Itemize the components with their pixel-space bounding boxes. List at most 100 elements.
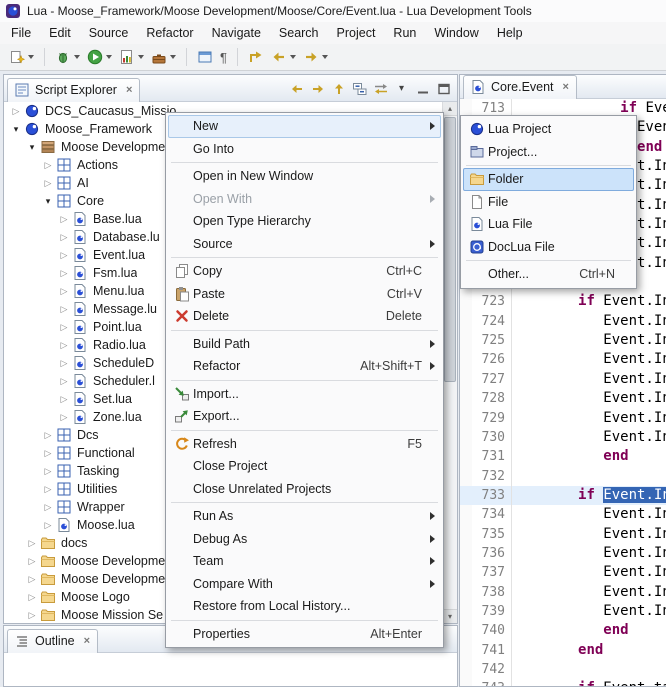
- twisty-collapsed-icon[interactable]: ▷: [56, 340, 72, 351]
- line-number[interactable]: 729: [472, 409, 512, 428]
- line-number[interactable]: 743: [472, 679, 512, 686]
- context-menu-item-restore-from-local-history[interactable]: Restore from Local History...: [168, 595, 441, 618]
- menubar-item-source[interactable]: Source: [80, 23, 138, 43]
- new-submenu-item-lua-project[interactable]: Lua Project: [463, 118, 634, 141]
- run-button[interactable]: [84, 46, 115, 68]
- line-number[interactable]: 723: [472, 292, 512, 311]
- twisty-collapsed-icon[interactable]: ▷: [56, 268, 72, 279]
- twisty-collapsed-icon[interactable]: ▷: [40, 502, 56, 513]
- context-menu-item-compare-with[interactable]: Compare With: [168, 573, 441, 596]
- twisty-collapsed-icon[interactable]: ▷: [40, 178, 56, 189]
- line-number[interactable]: 724: [472, 312, 512, 331]
- twisty-collapsed-icon[interactable]: ▷: [56, 286, 72, 297]
- dropdown-caret-icon[interactable]: [74, 55, 80, 59]
- code-line[interactable]: 731 end: [460, 447, 666, 466]
- menubar-item-refactor[interactable]: Refactor: [137, 23, 202, 43]
- twisty-collapsed-icon[interactable]: ▷: [40, 160, 56, 171]
- twisty-collapsed-icon[interactable]: ▷: [56, 358, 72, 369]
- twisty-collapsed-icon[interactable]: ▷: [56, 214, 72, 225]
- code-line[interactable]: 740 end: [460, 621, 666, 640]
- line-number[interactable]: 739: [472, 602, 512, 621]
- twisty-collapsed-icon[interactable]: ▷: [24, 610, 40, 621]
- line-number[interactable]: 732: [472, 467, 512, 486]
- context-menu-item-import[interactable]: Import...: [168, 383, 441, 406]
- up-button[interactable]: [329, 79, 348, 98]
- code-line[interactable]: 725 Event.IniDCSUnitName: [460, 331, 666, 350]
- context-menu-item-run-as[interactable]: Run As: [168, 505, 441, 528]
- dropdown-caret-icon[interactable]: [28, 55, 34, 59]
- line-number[interactable]: 727: [472, 370, 512, 389]
- open-resource-button[interactable]: [194, 46, 216, 68]
- line-number[interactable]: 742: [472, 660, 512, 679]
- code-line[interactable]: 727 Event.IniDCSGroup: [460, 370, 666, 389]
- twisty-collapsed-icon[interactable]: ▷: [56, 376, 72, 387]
- context-menu-item-copy[interactable]: CopyCtrl+C: [168, 260, 441, 283]
- code-line[interactable]: 742: [460, 660, 666, 679]
- context-menu-item-team[interactable]: Team: [168, 550, 441, 573]
- code-line[interactable]: 723 if Event.IniDCSUnit then: [460, 292, 666, 311]
- forward-button[interactable]: [300, 46, 331, 68]
- menubar-item-project[interactable]: Project: [328, 23, 385, 43]
- menubar-item-edit[interactable]: Edit: [40, 23, 80, 43]
- twisty-collapsed-icon[interactable]: ▷: [24, 592, 40, 603]
- menubar-item-navigate[interactable]: Navigate: [203, 23, 270, 43]
- line-number[interactable]: 731: [472, 447, 512, 466]
- line-number[interactable]: 740: [472, 621, 512, 640]
- last-edit-location-button[interactable]: [245, 46, 267, 68]
- line-number[interactable]: 738: [472, 583, 512, 602]
- twisty-collapsed-icon[interactable]: ▷: [56, 394, 72, 405]
- menubar-item-help[interactable]: Help: [488, 23, 532, 43]
- code-line[interactable]: 728 Event.IniDCSGroupName: [460, 389, 666, 408]
- context-menu-item-close-project[interactable]: Close Project: [168, 455, 441, 478]
- twisty-collapsed-icon[interactable]: ▷: [40, 466, 56, 477]
- line-number[interactable]: 726: [472, 350, 512, 369]
- dropdown-caret-icon[interactable]: [106, 55, 112, 59]
- code-line[interactable]: 735 Event.IniDCSUnitName: [460, 525, 666, 544]
- new-submenu-item-doclua-file[interactable]: DocLua File: [463, 236, 634, 259]
- back-history-button[interactable]: [287, 79, 306, 98]
- new-submenu-item-folder[interactable]: Folder: [463, 168, 634, 191]
- code-line[interactable]: 737 Event.IniDCSGroup: [460, 563, 666, 582]
- context-menu-item-build-path[interactable]: Build Path: [168, 333, 441, 356]
- menubar-item-search[interactable]: Search: [270, 23, 328, 43]
- code-line[interactable]: 741 end: [460, 641, 666, 660]
- twisty-collapsed-icon[interactable]: ▷: [40, 484, 56, 495]
- twisty-collapsed-icon[interactable]: ▷: [24, 574, 40, 585]
- code-line[interactable]: 734 Event.IniUnit: [460, 505, 666, 524]
- twisty-collapsed-icon[interactable]: ▷: [56, 322, 72, 333]
- code-line[interactable]: 733 if Event.IniDCSUnit then: [460, 486, 666, 505]
- twisty-expanded-icon[interactable]: ▾: [8, 124, 24, 135]
- vertical-scrollbar[interactable]: ▴ ▾: [442, 102, 457, 623]
- twisty-collapsed-icon[interactable]: ▷: [24, 538, 40, 549]
- dropdown-caret-icon[interactable]: [170, 55, 176, 59]
- external-tools-button[interactable]: [148, 46, 179, 68]
- code-line[interactable]: 726 Event.IniUnitName: [460, 350, 666, 369]
- close-icon[interactable]: ×: [126, 85, 132, 96]
- tab-outline[interactable]: Outline ×: [7, 629, 98, 653]
- code-line[interactable]: 729 Event.IniPlayerName: [460, 409, 666, 428]
- twisty-collapsed-icon[interactable]: ▷: [40, 520, 56, 531]
- view-menu-button[interactable]: ▾: [392, 79, 411, 98]
- new-wizard-button[interactable]: [6, 46, 37, 68]
- twisty-collapsed-icon[interactable]: ▷: [8, 106, 24, 117]
- context-menu-item-delete[interactable]: DeleteDelete: [168, 305, 441, 328]
- twisty-collapsed-icon[interactable]: ▷: [40, 430, 56, 441]
- close-icon[interactable]: ×: [84, 636, 90, 647]
- menubar-item-file[interactable]: File: [2, 23, 40, 43]
- tab-core-event[interactable]: Core.Event ×: [463, 75, 577, 99]
- context-menu-item-refactor[interactable]: RefactorAlt+Shift+T: [168, 355, 441, 378]
- line-number[interactable]: 736: [472, 544, 512, 563]
- code-line[interactable]: 743 if Event.target then: [460, 679, 666, 686]
- scroll-down-button[interactable]: ▾: [443, 609, 457, 623]
- menubar-item-run[interactable]: Run: [384, 23, 425, 43]
- twisty-expanded-icon[interactable]: ▾: [24, 142, 40, 153]
- code-line[interactable]: 732: [460, 467, 666, 486]
- new-submenu-item-lua-file[interactable]: Lua File: [463, 213, 634, 236]
- new-submenu-item-project[interactable]: Project...: [463, 141, 634, 164]
- show-whitespace-button[interactable]: ¶: [217, 46, 230, 68]
- context-menu-item-paste[interactable]: PasteCtrl+V: [168, 283, 441, 306]
- code-line[interactable]: 724 Event.IniUnit: [460, 312, 666, 331]
- context-menu-item-close-unrelated-projects[interactable]: Close Unrelated Projects: [168, 478, 441, 501]
- line-number[interactable]: 737: [472, 563, 512, 582]
- twisty-expanded-icon[interactable]: ▾: [40, 196, 56, 207]
